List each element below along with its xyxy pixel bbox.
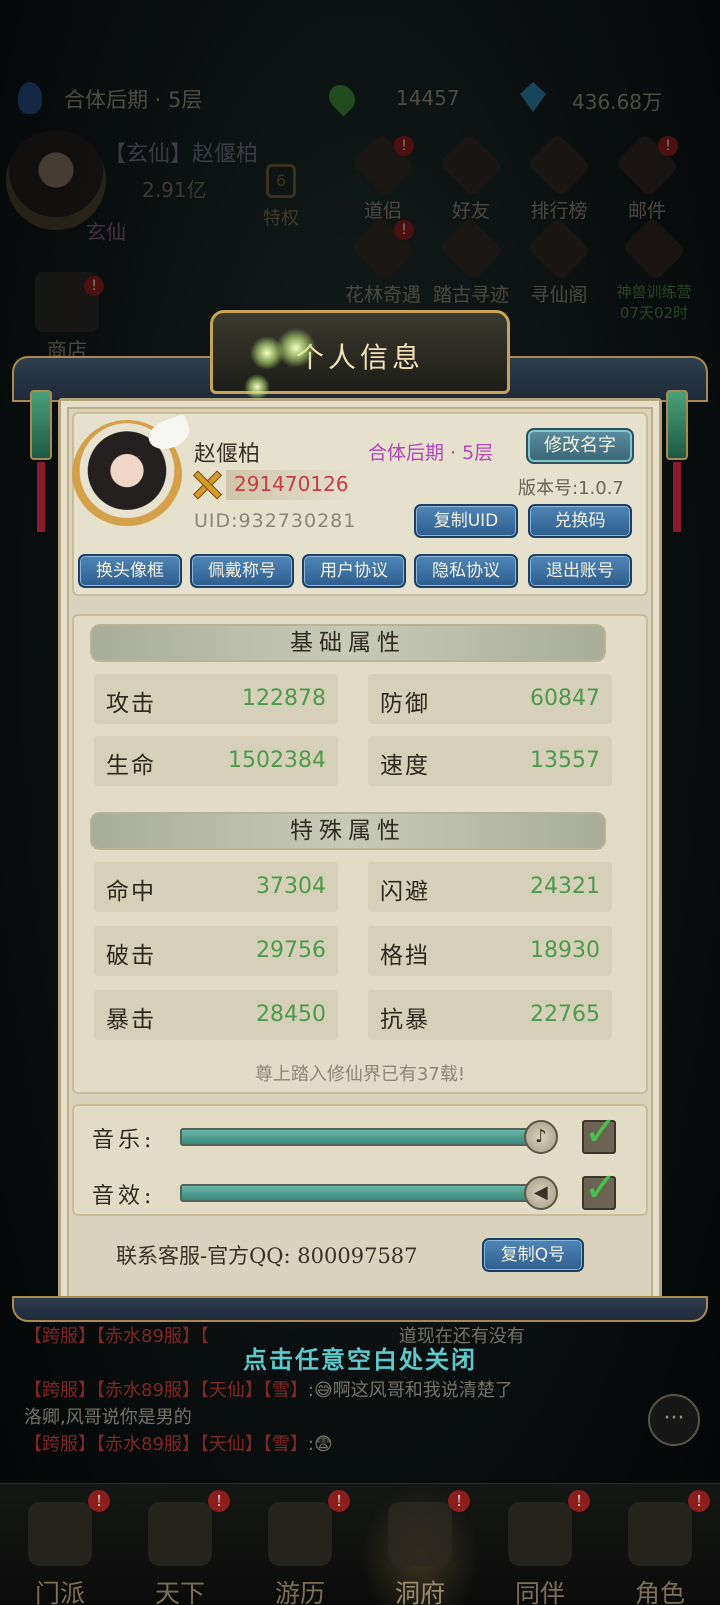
stat-defense: 防御 60847 (368, 674, 612, 724)
stat-value: 1502384 (228, 748, 326, 773)
stat-attack: 攻击 122878 (94, 674, 338, 724)
character-icon (628, 1502, 692, 1566)
checkmark-icon: ✓ (584, 1165, 618, 1211)
version-number: 版本号:1.0.7 (518, 478, 624, 499)
nav-character[interactable]: ! 角色 (600, 1484, 720, 1605)
cloud-icon (148, 1502, 212, 1566)
stat-value: 24321 (530, 874, 600, 899)
stat-crit: 暴击 28450 (94, 990, 338, 1040)
nav-journey[interactable]: ! 游历 (240, 1484, 360, 1605)
nav-label: 游历 (274, 1579, 325, 1605)
customer-service-qq: 联系客服-官方QQ: 800097587 (116, 1244, 418, 1268)
chat-line: 【跨服】【赤水89服】【天仙】【雪】:😨 (24, 1434, 333, 1455)
stat-crit-resist: 抗暴 22765 (368, 990, 612, 1040)
badge: ! (568, 1490, 590, 1512)
rename-button[interactable]: 修改名字 (526, 428, 634, 464)
music-note-icon[interactable]: ♪ (523, 1120, 558, 1154)
companion-icon (508, 1502, 572, 1566)
wear-title-button[interactable]: 佩戴称号 (190, 554, 294, 588)
music-slider[interactable] (180, 1128, 552, 1146)
basic-attributes-header: 基础属性 (90, 624, 606, 662)
badge: ! (88, 1490, 110, 1512)
copy-uid-button[interactable]: 复制UID (414, 504, 518, 538)
stat-label: 暴击 (106, 1007, 156, 1033)
close-hint: 点击任意空白处关闭 (243, 1346, 477, 1374)
stat-value: 122878 (242, 686, 326, 711)
lantern-left (30, 390, 52, 560)
glow-particle (276, 328, 316, 368)
glow-particle (244, 374, 270, 400)
special-attributes-header: 特殊属性 (90, 812, 606, 850)
stat-label: 攻击 (106, 691, 156, 717)
privacy-policy-button[interactable]: 隐私协议 (414, 554, 518, 588)
avatar-frame-button[interactable]: 换头像框 (78, 554, 182, 588)
stat-value: 29756 (256, 938, 326, 963)
user-agreement-button[interactable]: 用户协议 (302, 554, 406, 588)
nav-companion[interactable]: ! 同伴 (480, 1484, 600, 1605)
stat-value: 60847 (530, 686, 600, 711)
stat-value: 28450 (256, 1002, 326, 1027)
profile-name: 赵偃柏 (194, 442, 261, 467)
sfx-checkbox[interactable]: ✓ (582, 1168, 618, 1210)
stat-label: 生命 (106, 753, 156, 779)
nav-cave[interactable]: ! 洞府 (360, 1484, 480, 1605)
redeem-code-button[interactable]: 兑换码 (528, 504, 632, 538)
castle-icon (268, 1502, 332, 1566)
profile-realm: 合体后期 · 5层 (368, 442, 494, 464)
badge: ! (688, 1490, 710, 1512)
stat-label: 防御 (380, 691, 430, 717)
nav-sect[interactable]: ! 门派 (0, 1484, 120, 1605)
music-slider-fill (182, 1130, 539, 1144)
sfx-label: 音效: (92, 1184, 156, 1209)
nav-label: 洞府 (394, 1579, 445, 1605)
profile-power: 291470126 (234, 472, 349, 496)
nav-label: 角色 (634, 1579, 685, 1605)
stat-speed: 速度 13557 (368, 736, 612, 786)
cultivation-years-text: 尊上踏入修仙界已有37载! (254, 1064, 466, 1085)
stat-label: 破击 (106, 943, 156, 969)
music-label: 音乐: (92, 1128, 156, 1153)
badge: ! (328, 1490, 350, 1512)
stat-pierce: 破击 29756 (94, 926, 338, 976)
sect-icon (28, 1502, 92, 1566)
logout-button[interactable]: 退出账号 (528, 554, 632, 588)
uid-text: UID:932730281 (194, 510, 357, 532)
sfx-slider-fill (182, 1186, 539, 1200)
stat-value: 13557 (530, 748, 600, 773)
sfx-slider[interactable] (180, 1184, 552, 1202)
chat-line: 【跨服】【赤水89服】【天仙】【雪】:😅啊这风哥和我说清楚了 (24, 1380, 513, 1401)
stat-label: 格挡 (380, 943, 430, 969)
mountain-icon (388, 1502, 452, 1566)
stat-label: 闪避 (380, 879, 430, 905)
stat-value: 22765 (530, 1002, 600, 1027)
stat-label: 速度 (380, 753, 430, 779)
crossed-swords-icon (192, 470, 220, 498)
stat-hit: 命中 37304 (94, 862, 338, 912)
lantern-right (666, 390, 688, 560)
nav-world[interactable]: ! 天下 (120, 1484, 240, 1605)
panel-frame-bottom (12, 1296, 708, 1322)
chat-bubble-button[interactable]: ··· (648, 1394, 700, 1446)
chat-line: 洛卿,风哥说你是男的 (24, 1407, 192, 1428)
nav-label: 天下 (154, 1579, 205, 1605)
stat-block: 格挡 18930 (368, 926, 612, 976)
stat-value: 18930 (530, 938, 600, 963)
nav-label: 同伴 (514, 1579, 565, 1605)
checkmark-icon: ✓ (584, 1109, 618, 1155)
stat-dodge: 闪避 24321 (368, 862, 612, 912)
badge: ! (448, 1490, 470, 1512)
copy-qq-button[interactable]: 复制Q号 (482, 1238, 584, 1272)
bottom-nav: ! 门派 ! 天下 ! 游历 ! 洞府 ! 同伴 ! 角色 (0, 1483, 720, 1605)
nav-label: 门派 (34, 1579, 85, 1605)
stat-hp: 生命 1502384 (94, 736, 338, 786)
stat-value: 37304 (256, 874, 326, 899)
badge: ! (208, 1490, 230, 1512)
stat-label: 抗暴 (380, 1007, 430, 1033)
speaker-icon[interactable]: ◀ (523, 1176, 558, 1210)
stat-label: 命中 (106, 879, 156, 905)
music-checkbox[interactable]: ✓ (582, 1112, 618, 1154)
